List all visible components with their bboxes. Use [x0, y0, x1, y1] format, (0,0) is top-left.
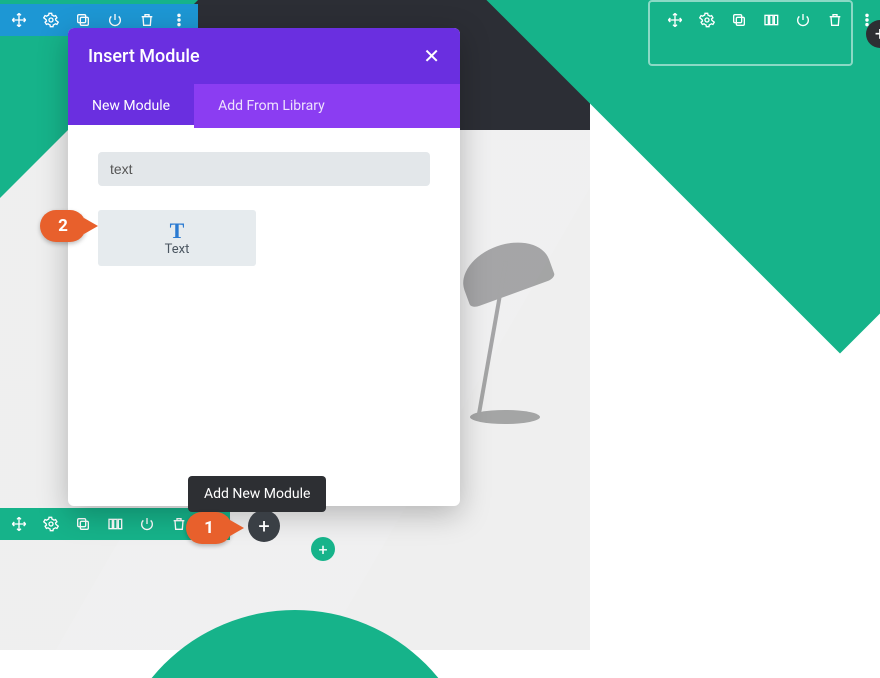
modal-title: Insert Module — [88, 46, 200, 67]
add-module-button[interactable]: + — [248, 510, 280, 542]
tab-label: Add From Library — [218, 98, 325, 114]
tooltip-text: Add New Module — [204, 486, 310, 502]
power-icon[interactable] — [794, 11, 812, 29]
tab-new-module[interactable]: New Module — [68, 84, 194, 128]
add-row-button[interactable]: + — [311, 537, 335, 561]
tooltip-add-new-module: Add New Module — [188, 476, 326, 512]
module-tile-text[interactable]: T Text — [98, 210, 256, 266]
modal-tabs: New Module Add From Library — [68, 84, 460, 128]
move-icon[interactable] — [10, 11, 28, 29]
duplicate-icon[interactable] — [74, 515, 92, 533]
columns-icon[interactable] — [762, 11, 780, 29]
module-search-input[interactable] — [98, 152, 430, 186]
power-icon[interactable] — [138, 515, 156, 533]
callout-number: 2 — [58, 216, 68, 236]
more-icon[interactable] — [170, 11, 188, 29]
trash-icon[interactable] — [826, 11, 844, 29]
modal-body: T Text — [68, 128, 460, 506]
duplicate-icon[interactable] — [74, 11, 92, 29]
gear-icon[interactable] — [42, 11, 60, 29]
tab-label: New Module — [92, 98, 170, 114]
gear-icon[interactable] — [698, 11, 716, 29]
close-icon[interactable]: ✕ — [423, 46, 440, 66]
insert-module-modal: Insert Module ✕ New Module Add From Libr… — [68, 28, 460, 506]
gear-icon[interactable] — [42, 515, 60, 533]
plus-icon: + — [875, 24, 880, 45]
row-toolbar-right — [656, 4, 880, 36]
module-label: Text — [165, 242, 190, 257]
plus-icon: + — [318, 540, 327, 559]
trash-icon[interactable] — [138, 11, 156, 29]
callout-number: 1 — [204, 518, 214, 538]
plus-icon: + — [258, 514, 269, 538]
modal-header: Insert Module ✕ — [68, 28, 460, 84]
duplicate-icon[interactable] — [730, 11, 748, 29]
text-icon: T — [170, 220, 185, 242]
move-icon[interactable] — [10, 515, 28, 533]
columns-icon[interactable] — [106, 515, 124, 533]
callout-1: 1 — [186, 512, 242, 548]
callout-2: 2 — [40, 210, 96, 246]
move-icon[interactable] — [666, 11, 684, 29]
module-grid: T Text — [98, 210, 430, 266]
power-icon[interactable] — [106, 11, 124, 29]
tab-add-from-library[interactable]: Add From Library — [194, 84, 349, 128]
